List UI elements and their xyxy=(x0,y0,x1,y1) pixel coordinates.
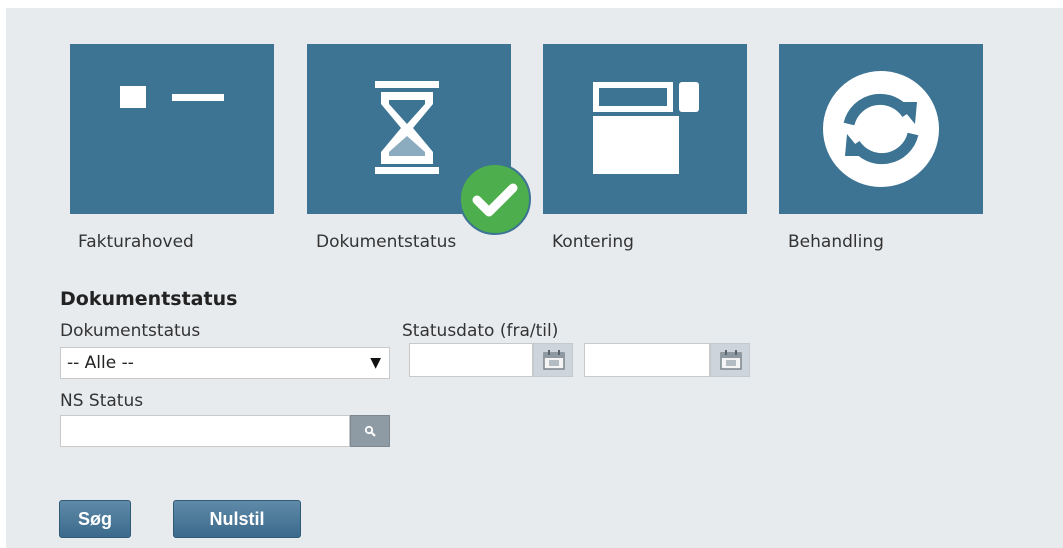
reset-button[interactable]: Nulstil xyxy=(173,500,301,538)
posting-icon xyxy=(593,82,699,174)
tile-label-dokumentstatus[interactable]: Dokumentstatus xyxy=(316,232,456,252)
doc-status-label: Dokumentstatus xyxy=(60,321,201,341)
calendar-from-button[interactable] xyxy=(533,343,573,377)
tile-kontering[interactable] xyxy=(543,44,747,214)
tile-label-kontering[interactable]: Kontering xyxy=(552,232,634,252)
search-icon xyxy=(364,425,376,437)
dropdown-arrow-icon: ▼ xyxy=(370,355,381,371)
status-date-to-input[interactable] xyxy=(584,343,710,377)
tile-label-fakturahoved[interactable]: Fakturahoved xyxy=(78,232,194,252)
tile-label-behandling[interactable]: Behandling xyxy=(788,232,884,252)
status-date-from-input[interactable] xyxy=(409,343,533,377)
calendar-icon xyxy=(543,350,565,370)
document-panel: Fakturahoved Dokumentstatus Kontering Be… xyxy=(6,8,1063,548)
completed-check-icon xyxy=(458,162,532,236)
calendar-icon xyxy=(720,350,742,370)
doc-status-select[interactable]: -- Alle -- ▼ xyxy=(60,347,390,379)
tile-behandling[interactable] xyxy=(779,44,983,214)
invoice-header-icon xyxy=(120,86,224,108)
section-title: Dokumentstatus xyxy=(60,288,238,310)
search-button[interactable]: Søg xyxy=(59,500,131,538)
ns-status-input[interactable] xyxy=(60,415,350,447)
doc-status-value: -- Alle -- xyxy=(67,353,134,373)
ns-status-search-button[interactable] xyxy=(350,415,390,447)
status-date-label: Statusdato (fra/til) xyxy=(402,321,559,341)
calendar-to-button[interactable] xyxy=(710,343,750,377)
ns-status-label: NS Status xyxy=(60,391,144,411)
refresh-icon xyxy=(823,71,939,187)
tile-fakturahoved[interactable] xyxy=(70,44,274,214)
